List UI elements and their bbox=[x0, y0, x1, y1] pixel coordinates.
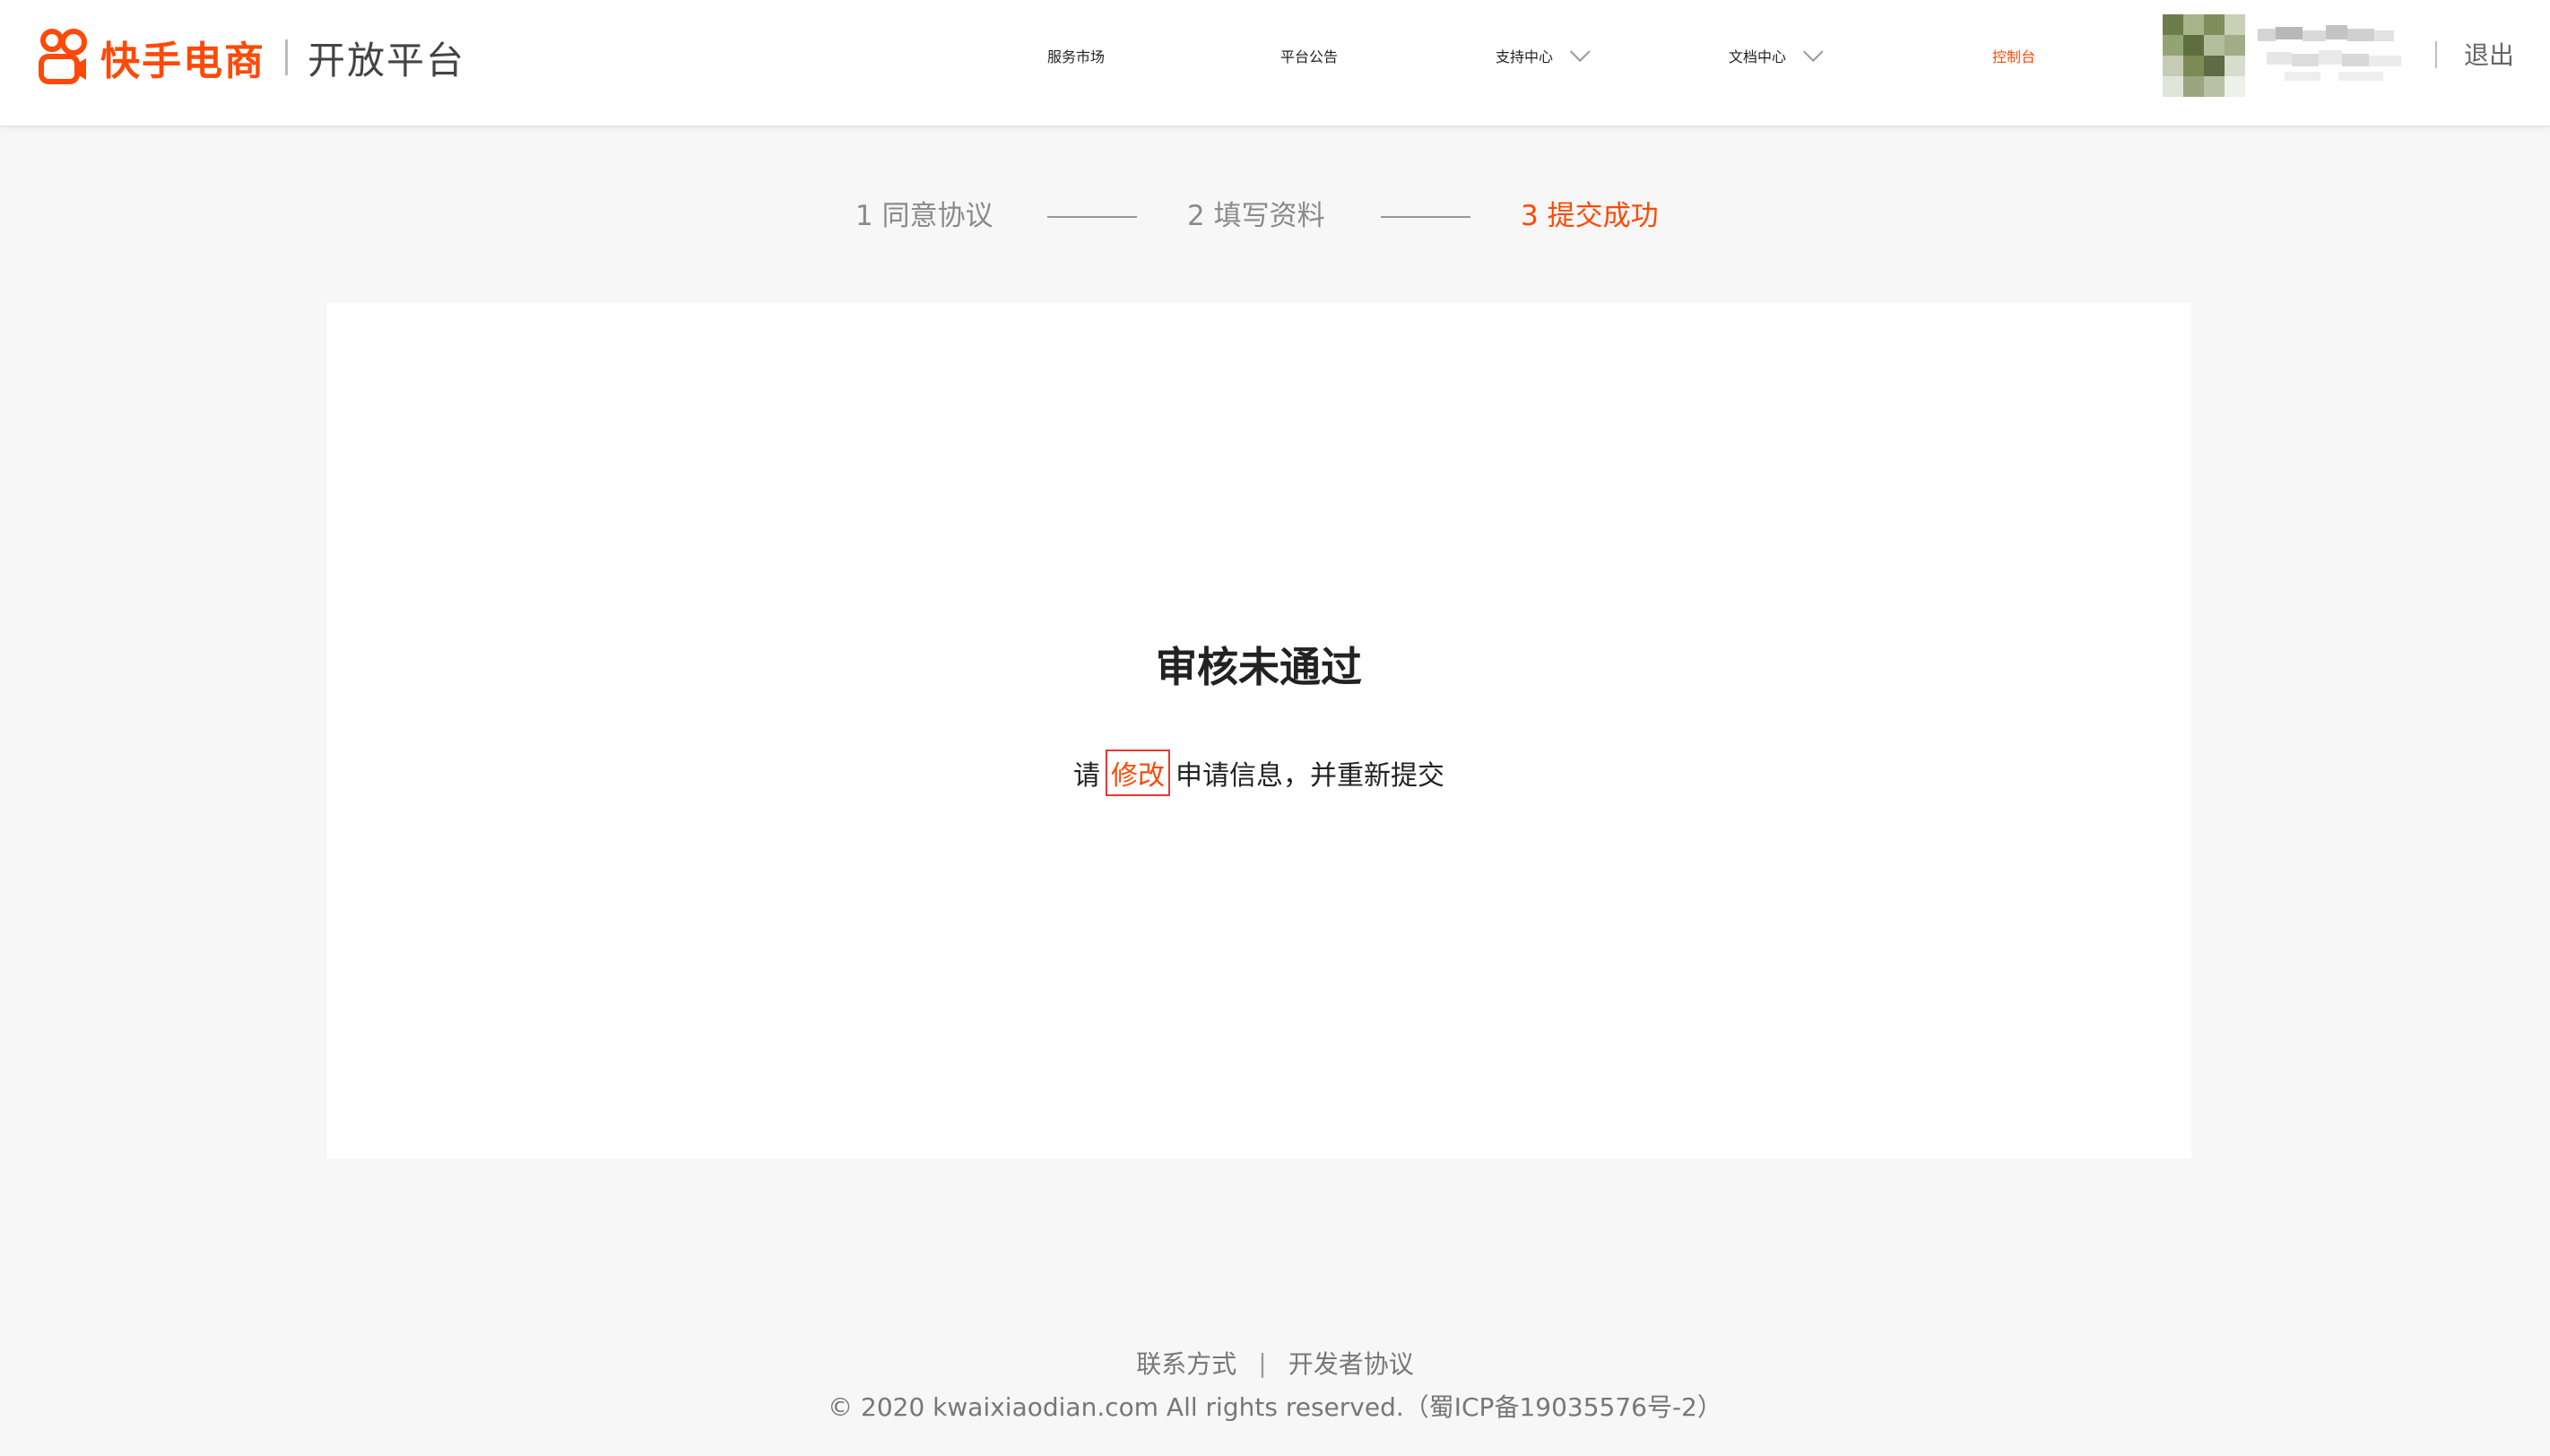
step-connector bbox=[1047, 216, 1137, 218]
contact-link[interactable]: 联系方式 bbox=[1136, 1345, 1236, 1381]
step-submit-success: 3 提交成功 bbox=[1521, 200, 1659, 232]
result-card: 审核未通过 请 修改 申请信息，并重新提交 bbox=[326, 303, 2191, 1158]
top-header: 快手电商 开放平台 服务市场 平台公告 支持中心 文档中心 控制台 退出 bbox=[0, 0, 2550, 127]
nav-platform-announcement[interactable]: 平台公告 bbox=[1280, 0, 1338, 111]
step-connector bbox=[1381, 216, 1470, 218]
nav-label: 平台公告 bbox=[1280, 48, 1339, 65]
nav-support-center[interactable]: 支持中心 bbox=[1496, 0, 1591, 111]
platform-subtitle: 开放平台 bbox=[308, 38, 466, 82]
nav-label: 文档中心 bbox=[1729, 48, 1787, 65]
avatar[interactable] bbox=[2163, 14, 2245, 97]
nav-label: 控制台 bbox=[1992, 48, 2036, 65]
step-fill-info: 2 填写资料 bbox=[1187, 200, 1325, 232]
developer-agreement-link[interactable]: 开发者协议 bbox=[1288, 1345, 1414, 1381]
step-agree-protocol: 1 同意协议 bbox=[855, 200, 993, 232]
user-info-blurred[interactable] bbox=[2258, 20, 2410, 91]
brand-name: 快手电商 bbox=[100, 39, 265, 84]
progress-steps: 1 同意协议 2 填写资料 3 提交成功 bbox=[0, 195, 2550, 237]
chevron-down-icon bbox=[1802, 41, 1824, 63]
desc-prefix: 请 bbox=[1073, 760, 1100, 792]
logo-divider bbox=[285, 39, 288, 75]
logout-divider bbox=[2435, 41, 2437, 68]
copyright-text: © 2020 kwaixiaodian.com All rights reser… bbox=[828, 1392, 1722, 1422]
result-title: 审核未通过 bbox=[1156, 643, 1362, 691]
desc-suffix: 申请信息，并重新提交 bbox=[1175, 760, 1444, 792]
logo[interactable]: 快手电商 开放平台 bbox=[36, 27, 465, 88]
nav-service-market[interactable]: 服务市场 bbox=[1047, 0, 1105, 111]
nav-label: 支持中心 bbox=[1496, 48, 1554, 65]
nav-console[interactable]: 控制台 bbox=[1992, 0, 2035, 111]
nav-label: 服务市场 bbox=[1047, 48, 1106, 65]
footer-separator: | bbox=[1258, 1348, 1267, 1378]
nav-docs-center[interactable]: 文档中心 bbox=[1729, 0, 1824, 111]
footer-links: 联系方式 | 开发者协议 bbox=[0, 1345, 2550, 1381]
chevron-down-icon bbox=[1569, 41, 1591, 63]
logout-link[interactable]: 退出 bbox=[2464, 36, 2514, 72]
modify-link[interactable]: 修改 bbox=[1106, 750, 1170, 796]
result-description: 请 修改 申请信息，并重新提交 bbox=[326, 750, 2191, 796]
kuaishou-logo-icon bbox=[36, 28, 90, 87]
footer: 联系方式 | 开发者协议 © 2020 kwaixiaodian.com All… bbox=[0, 1345, 2550, 1424]
